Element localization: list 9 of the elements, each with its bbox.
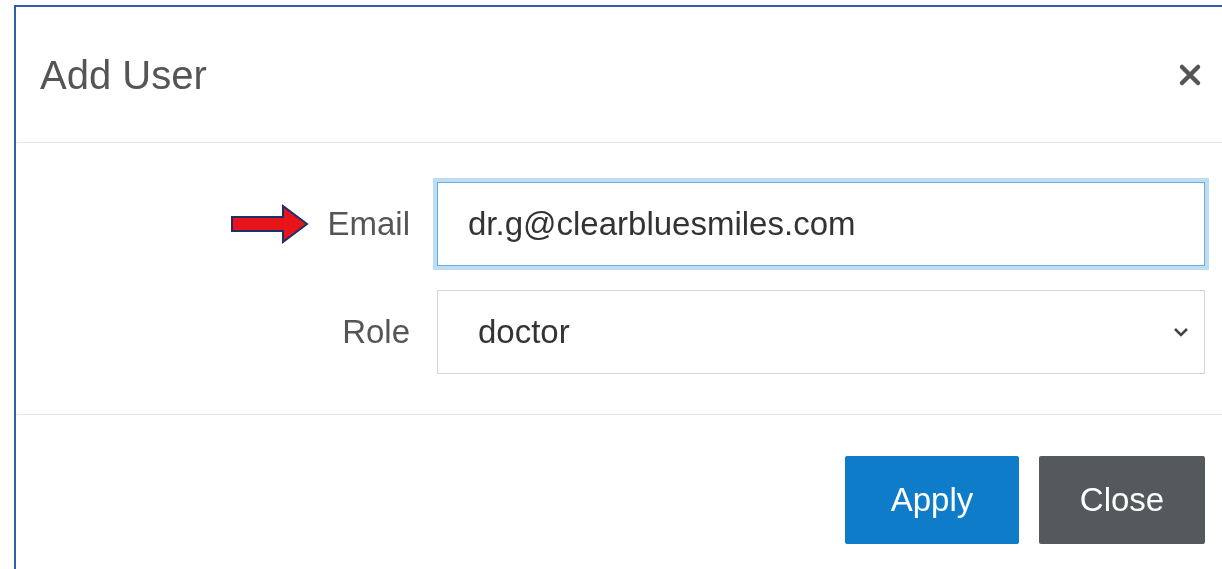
apply-button[interactable]: Apply [845,456,1019,544]
close-button[interactable]: Close [1039,456,1205,544]
arrow-icon [231,204,310,244]
role-select[interactable]: doctor [437,290,1205,374]
close-icon[interactable] [1178,62,1202,87]
field-label: Email [327,204,410,245]
chevron-down-icon [1172,326,1190,338]
field-label: Role [342,312,410,353]
dialog-title: Add User [40,51,207,99]
